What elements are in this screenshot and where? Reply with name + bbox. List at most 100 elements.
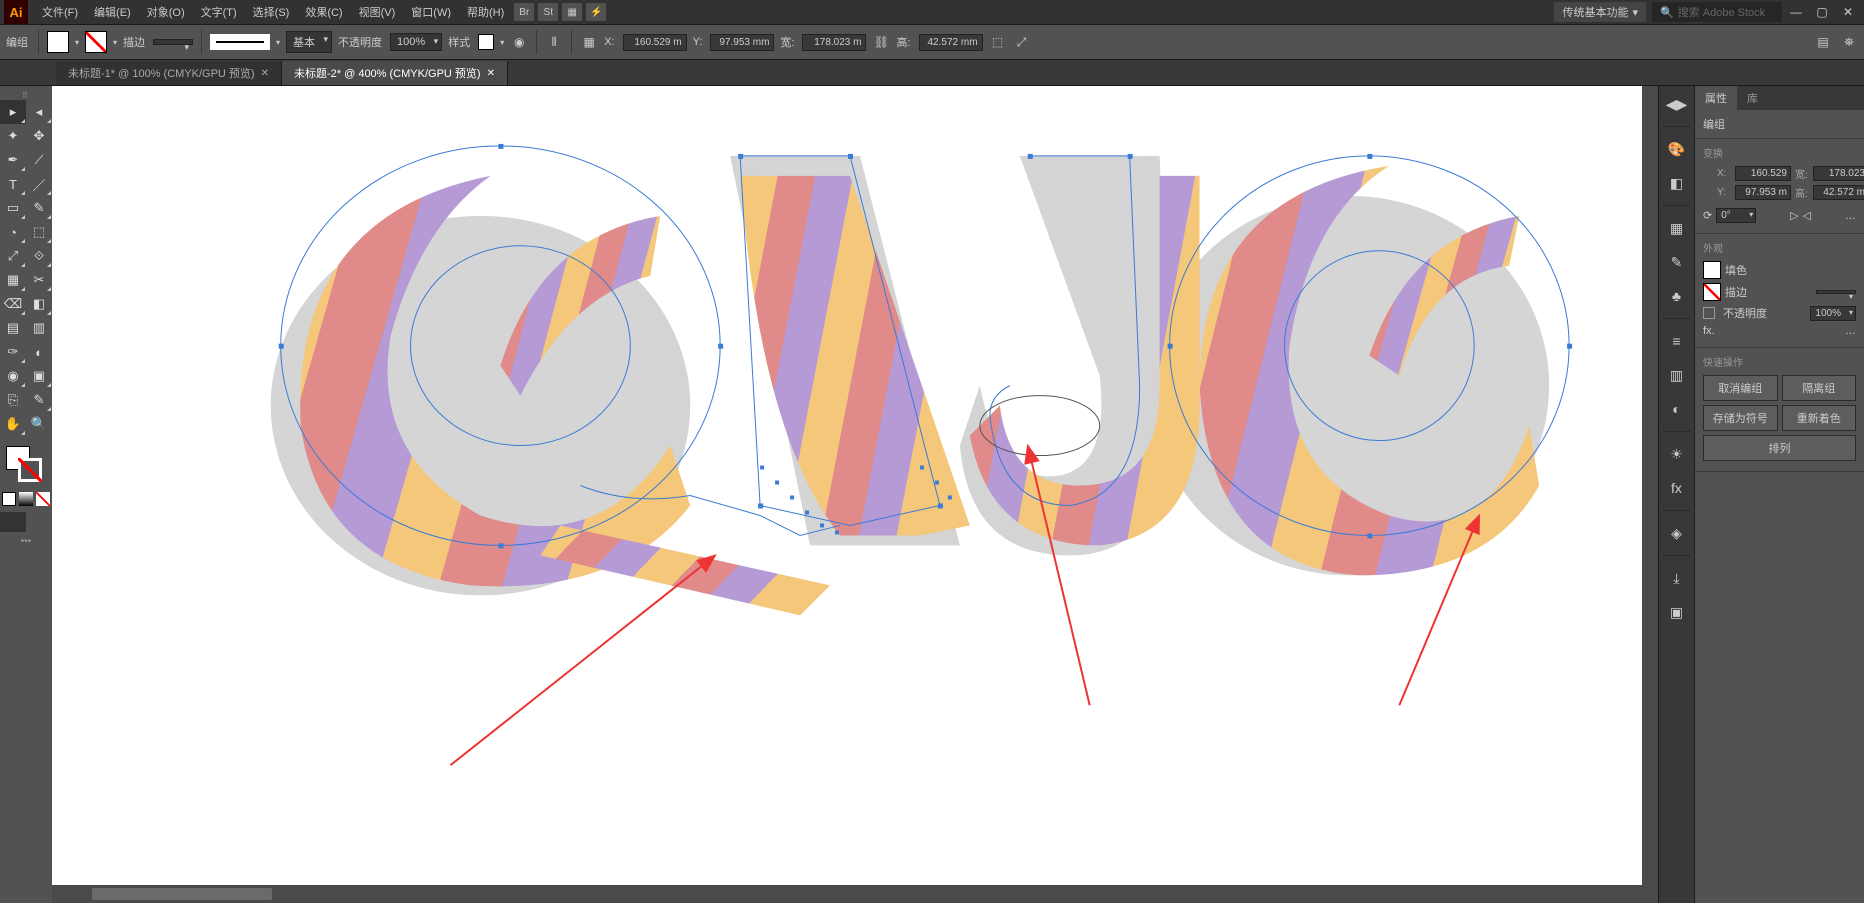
transform-more-icon[interactable]: … — [1845, 210, 1856, 222]
isolate-icon[interactable]: ⤢ — [1013, 33, 1031, 51]
prop-stroke-swatch[interactable] — [1703, 283, 1721, 301]
mesh-tool[interactable]: ▤ — [0, 316, 26, 340]
align-icon[interactable]: ⫴ — [545, 33, 563, 51]
stroke-color-box[interactable] — [18, 458, 42, 482]
asset-export-icon[interactable]: ⤓ — [1665, 566, 1689, 590]
swatches-panel-icon[interactable]: ▦ — [1665, 216, 1689, 240]
prop-opacity-field[interactable]: 100% — [1810, 306, 1856, 321]
h-field[interactable]: 42.572 mm — [919, 34, 983, 51]
style-dropdown-icon[interactable]: ▾ — [500, 38, 504, 47]
graph-tool[interactable]: ▣ — [26, 364, 52, 388]
lasso-tool[interactable]: ✥ — [26, 124, 52, 148]
stroke-panel-icon[interactable]: ≡ — [1665, 329, 1689, 353]
workspace-switcher[interactable]: 传统基本功能▾ — [1554, 2, 1646, 22]
gradient-tool[interactable]: ▥ — [26, 316, 52, 340]
isolate-group-button[interactable]: 隔离组 — [1782, 375, 1857, 401]
zoom-tool[interactable]: 🔍 — [26, 412, 52, 436]
ungroup-button[interactable]: 取消编组 — [1703, 375, 1778, 401]
free-transform-tool[interactable]: ✂ — [26, 268, 52, 292]
link-wh-icon[interactable]: ⛓ — [872, 33, 890, 51]
opacity-dropdown[interactable]: 100% — [390, 33, 442, 51]
close-tab-icon[interactable]: ✕ — [487, 68, 495, 79]
save-as-symbol-button[interactable]: 存储为符号 — [1703, 405, 1778, 431]
flip-h-icon[interactable]: ▷ — [1790, 209, 1798, 222]
prop-w-field[interactable]: 178.023 — [1813, 166, 1864, 181]
prop-fill-swatch[interactable] — [1703, 261, 1721, 279]
menu-file[interactable]: 文件(F) — [34, 4, 86, 20]
eyedropper-tool[interactable]: ✑ — [0, 340, 26, 364]
toolbox-more[interactable]: ••• — [0, 536, 52, 547]
prop-y-field[interactable]: 97.953 m — [1735, 185, 1791, 200]
variable-width-profile[interactable] — [210, 34, 270, 50]
y-field[interactable]: 97.953 mm — [710, 34, 774, 51]
toolbox-grip[interactable]: ⠿ — [0, 90, 52, 100]
menu-select[interactable]: 选择(S) — [245, 4, 298, 20]
line-tool[interactable]: ／ — [26, 172, 52, 196]
fx-label[interactable]: fx. — [1703, 325, 1715, 337]
recolor-icon[interactable]: ◉ — [510, 33, 528, 51]
prop-stroke-weight[interactable] — [1816, 290, 1856, 294]
transparency-panel-icon[interactable]: ◐ — [1665, 397, 1689, 421]
shape-props-icon[interactable]: ⬚ — [989, 33, 1007, 51]
gpu-icon[interactable]: ⚡ — [586, 3, 606, 21]
direct-selection-tool[interactable]: ◂ — [26, 100, 52, 124]
brushes-panel-icon[interactable]: ✎ — [1665, 250, 1689, 274]
perspective-tool[interactable]: ◧ — [26, 292, 52, 316]
window-maximize[interactable]: ▢ — [1810, 2, 1834, 22]
search-stock-input[interactable]: 🔍搜索 Adobe Stock — [1652, 2, 1782, 22]
doc-setup-icon[interactable]: ▤ — [1814, 33, 1832, 51]
hand-tool[interactable]: ✋ — [0, 412, 26, 436]
menu-effect[interactable]: 效果(C) — [297, 4, 350, 20]
menu-object[interactable]: 对象(O) — [139, 4, 193, 20]
window-minimize[interactable]: — — [1784, 2, 1808, 22]
window-close[interactable]: ✕ — [1836, 2, 1860, 22]
stock-icon[interactable]: St — [538, 3, 558, 21]
brush-definition-dropdown[interactable]: 基本 — [286, 31, 332, 53]
shape-builder-tool[interactable]: ⌫ — [0, 292, 26, 316]
fill-dropdown-icon[interactable]: ▾ — [75, 38, 79, 47]
doc-tab-2[interactable]: 未标题-2* @ 400% (CMYK/GPU 预览)✕ — [282, 61, 508, 85]
color-panel-icon[interactable]: 🎨 — [1665, 137, 1689, 161]
symbols-panel-icon[interactable]: ♣ — [1665, 284, 1689, 308]
gradient-panel-icon[interactable]: ▥ — [1665, 363, 1689, 387]
stroke-dropdown-icon[interactable]: ▾ — [113, 38, 117, 47]
graphic-styles-icon[interactable]: fx — [1665, 476, 1689, 500]
pen-tool[interactable]: ✒ — [0, 148, 26, 172]
color-mode-gradient[interactable] — [19, 492, 33, 506]
close-tab-icon[interactable]: ✕ — [261, 68, 269, 79]
appearance-more-icon[interactable]: … — [1845, 325, 1856, 337]
tab-libraries[interactable]: 库 — [1737, 86, 1768, 110]
prop-h-field[interactable]: 42.572 m — [1813, 185, 1864, 200]
rectangle-tool[interactable]: ▭ — [0, 196, 26, 220]
doc-tab-1[interactable]: 未标题-1* @ 100% (CMYK/GPU 预览)✕ — [56, 61, 282, 85]
rotate-angle-field[interactable]: 0° — [1716, 208, 1756, 223]
prop-x-field[interactable]: 160.529 — [1735, 166, 1791, 181]
dock-toggle-icon[interactable]: ◀▶ — [1665, 92, 1689, 116]
color-mode-normal[interactable] — [2, 492, 16, 506]
color-mode-none[interactable] — [36, 492, 50, 506]
arrange-button[interactable]: 排列 — [1703, 435, 1856, 461]
vertical-scrollbar[interactable] — [1642, 86, 1658, 885]
w-field[interactable]: 178.023 m — [802, 34, 866, 51]
appearance-panel-icon[interactable]: ☀ — [1665, 442, 1689, 466]
curvature-tool[interactable]: ⟋ — [26, 148, 52, 172]
artboard-tool[interactable]: ⎘ — [0, 388, 26, 412]
color-guide-icon[interactable]: ◧ — [1665, 171, 1689, 195]
slice-tool[interactable]: ✎ — [26, 388, 52, 412]
scrollbar-thumb[interactable] — [92, 888, 272, 900]
opacity-check-icon[interactable] — [1703, 307, 1715, 319]
x-field[interactable]: 160.529 m — [623, 34, 687, 51]
artboard[interactable] — [52, 86, 1658, 885]
artboards-panel-icon[interactable]: ▣ — [1665, 600, 1689, 624]
bridge-icon[interactable]: Br — [514, 3, 534, 21]
draw-behind[interactable] — [26, 512, 52, 532]
stroke-weight-dropdown[interactable] — [153, 39, 193, 45]
transform-anchor-icon[interactable]: ▦ — [580, 33, 598, 51]
reference-point-selector[interactable] — [1703, 168, 1707, 202]
graphic-style-swatch[interactable] — [478, 34, 494, 50]
eraser-tool[interactable]: ⬚ — [26, 220, 52, 244]
rotate-tool[interactable]: ⤢ — [0, 244, 26, 268]
width-tool[interactable]: ▦ — [0, 268, 26, 292]
menu-view[interactable]: 视图(V) — [351, 4, 404, 20]
paintbrush-tool[interactable]: ✎ — [26, 196, 52, 220]
